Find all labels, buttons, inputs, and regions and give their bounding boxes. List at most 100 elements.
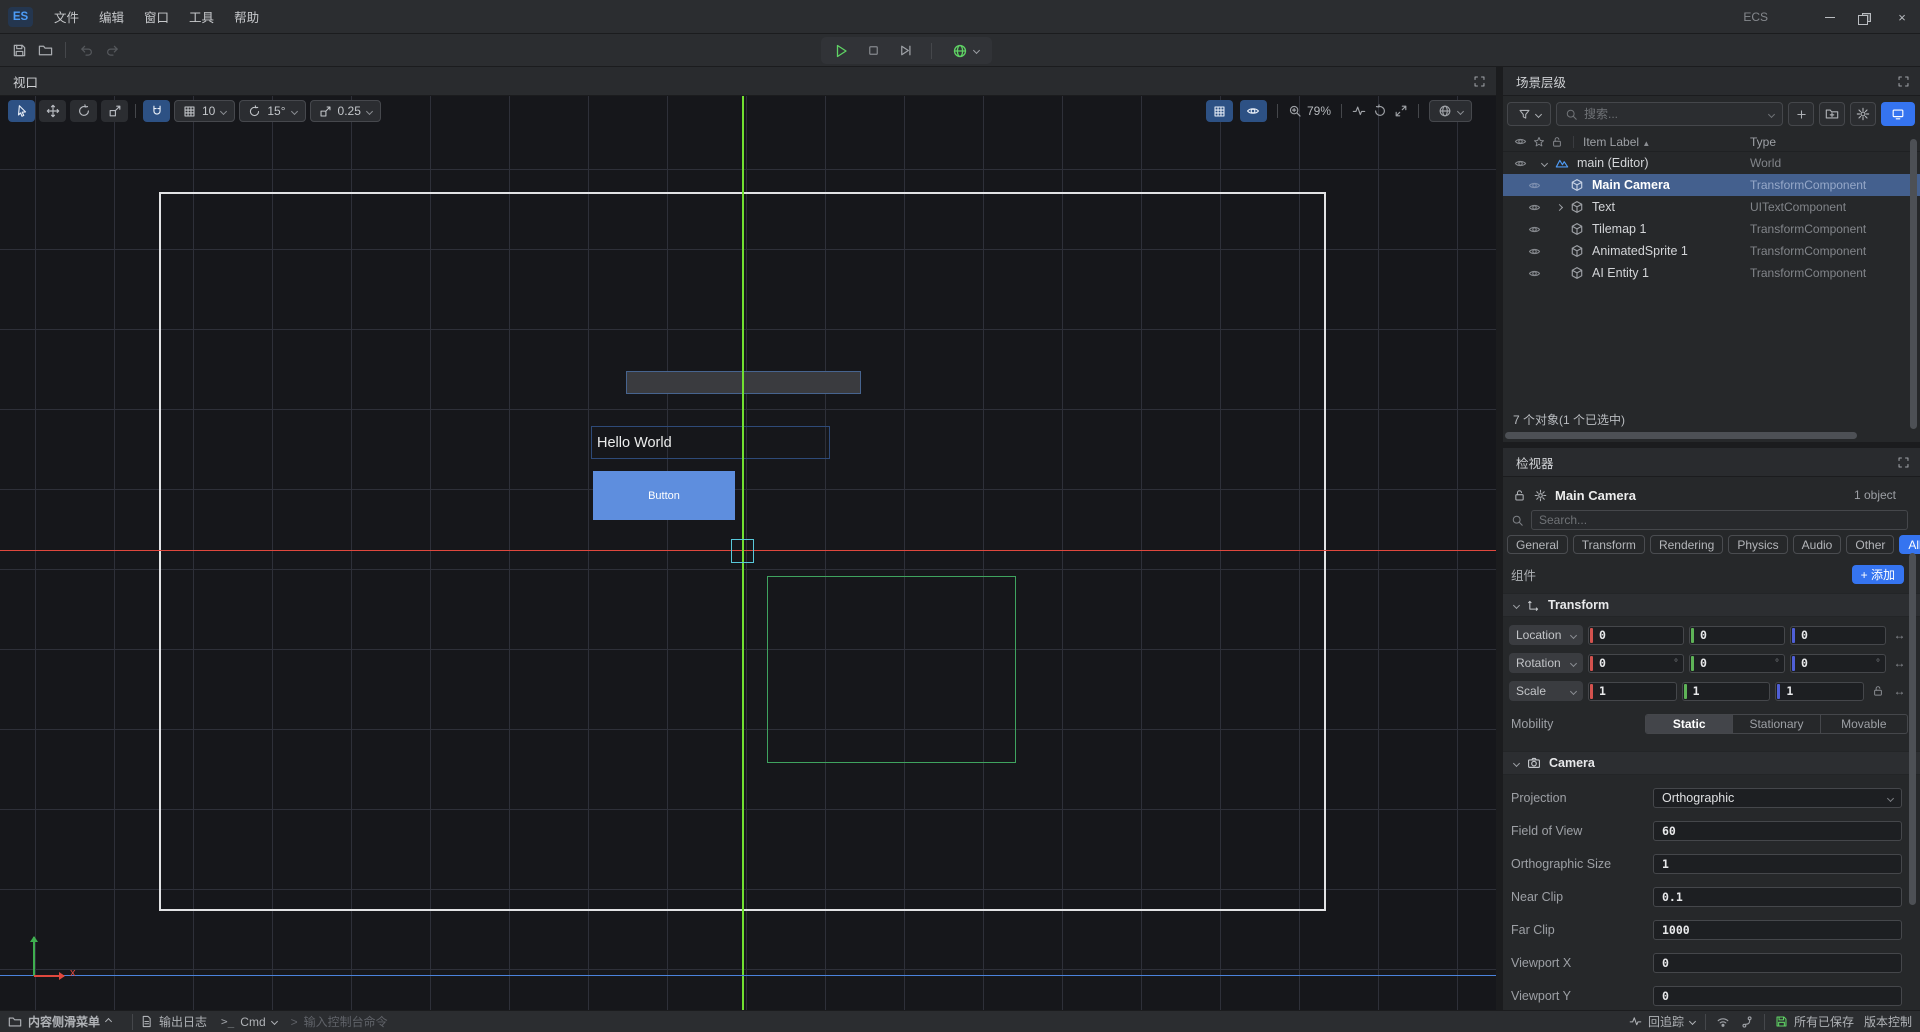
orthographic-size-field[interactable]: 1 [1653,854,1902,874]
hierarchy-settings-button[interactable] [1850,102,1876,126]
scale-z-field[interactable]: 1 [1775,682,1864,701]
scale-x-field[interactable]: 1 [1588,682,1677,701]
trace-dropdown[interactable]: 回追踪 [1629,1013,1695,1030]
version-control-button[interactable]: 版本控制 [1864,1013,1912,1030]
rotation-z-field[interactable]: 0° [1790,654,1886,673]
snap-toggle-button[interactable] [143,100,170,122]
ui-text-object[interactable]: Hello World [591,426,830,459]
tab-other[interactable]: Other [1846,535,1894,554]
tab-all[interactable]: All [1899,535,1920,554]
tab-general[interactable]: General [1507,535,1568,554]
tab-transform[interactable]: Transform [1573,535,1645,554]
menu-edit[interactable]: 编辑 [89,0,134,33]
branch-icon[interactable] [1740,1015,1754,1029]
world-dropdown[interactable] [1429,100,1472,122]
eye-icon[interactable] [1527,267,1542,280]
open-folder-button[interactable] [32,37,58,63]
tab-audio[interactable]: Audio [1793,535,1842,554]
tab-rendering[interactable]: Rendering [1650,535,1723,554]
mobility-static[interactable]: Static [1646,715,1733,733]
camera-section-header[interactable]: Camera [1503,751,1920,775]
add-folder-button[interactable] [1819,102,1845,126]
menu-window[interactable]: 窗口 [134,0,179,33]
add-entity-button[interactable] [1788,102,1814,126]
menu-help[interactable]: 帮助 [224,0,269,33]
menu-file[interactable]: 文件 [44,0,89,33]
eye-icon[interactable] [1527,223,1542,236]
stop-button[interactable] [860,38,886,64]
runtime-view-button[interactable] [1881,102,1915,126]
menu-tools[interactable]: 工具 [179,0,224,33]
cmd-dropdown[interactable]: >_ Cmd [221,1015,277,1029]
gizmo-visibility-toggle[interactable] [1240,100,1267,122]
viewport-x-field[interactable]: 0 [1653,953,1902,973]
undo-button[interactable] [73,37,99,63]
table-row-tilemap[interactable]: Tilemap 1 TransformComponent [1503,218,1920,240]
save-status[interactable]: 所有已保存 [1775,1013,1854,1030]
lock-icon[interactable] [1869,685,1886,697]
scene-canvas[interactable]: 10 15° 0.25 [0,96,1496,1010]
tab-physics[interactable]: Physics [1728,535,1787,554]
rotation-x-field[interactable]: 0° [1588,654,1684,673]
vertical-scrollbar[interactable] [1909,553,1916,905]
eye-icon[interactable] [1527,201,1542,214]
maximize-button[interactable] [1848,0,1884,34]
mobility-movable[interactable]: Movable [1821,715,1907,733]
near-clip-field[interactable]: 0.1 [1653,887,1902,907]
eye-icon[interactable] [1513,157,1528,170]
scale-tool-button[interactable] [101,100,128,122]
far-clip-field[interactable]: 1000 [1653,920,1902,940]
eye-icon[interactable] [1527,245,1542,258]
rotation-dropdown[interactable]: Rotation [1509,653,1583,673]
expand-panel-icon[interactable] [1897,75,1910,88]
move-tool-button[interactable] [39,100,66,122]
horizontal-scrollbar[interactable] [1505,432,1857,439]
expand-panel-icon[interactable] [1473,75,1486,88]
stats-button[interactable] [1352,104,1366,118]
grid-visibility-toggle[interactable] [1206,100,1233,122]
close-button[interactable]: × [1884,0,1920,34]
table-row-main-camera[interactable]: Main Camera TransformComponent [1503,174,1920,196]
rotation-y-field[interactable]: 0° [1689,654,1785,673]
location-z-field[interactable]: 0 [1790,626,1886,645]
minimize-button[interactable] [1812,0,1848,34]
rotate-tool-button[interactable] [70,100,97,122]
selected-camera-gizmo[interactable] [731,539,754,563]
inspector-search-input[interactable] [1539,513,1900,527]
table-row-text[interactable]: Text UITextComponent [1503,196,1920,218]
location-x-field[interactable]: 0 [1588,626,1684,645]
field-of-view-field[interactable]: 60 [1653,821,1902,841]
column-item-label[interactable]: Item Label ▲ [1583,135,1650,149]
location-y-field[interactable]: 0 [1689,626,1785,645]
projection-select[interactable]: Orthographic [1653,788,1902,808]
column-type[interactable]: Type [1750,135,1776,149]
mobility-stationary[interactable]: Stationary [1733,715,1820,733]
rotate-snap-dropdown[interactable]: 15° [239,100,305,122]
link-icon[interactable]: ↔ [1891,656,1908,670]
expand-chevron[interactable] [1552,205,1567,210]
eye-icon[interactable] [1513,135,1528,148]
play-button[interactable] [828,38,854,64]
gear-icon[interactable] [1534,489,1547,502]
table-row-animatedsprite[interactable]: AnimatedSprite 1 TransformComponent [1503,240,1920,262]
eye-icon[interactable] [1527,179,1542,192]
reset-view-button[interactable] [1373,104,1387,118]
scale-dropdown[interactable]: Scale [1509,681,1583,701]
output-log-button[interactable]: 输出日志 [140,1013,207,1030]
save-button[interactable] [6,37,32,63]
star-icon[interactable] [1531,136,1546,148]
table-row-ai-entity[interactable]: AI Entity 1 TransformComponent [1503,262,1920,284]
location-dropdown[interactable]: Location [1509,625,1583,645]
add-component-button[interactable]: + 添加 [1852,565,1904,584]
select-tool-button[interactable] [8,100,35,122]
tilemap-bounds-rect[interactable] [767,576,1016,763]
grid-snap-dropdown[interactable]: 10 [174,100,235,122]
fullscreen-button[interactable] [1394,104,1408,118]
link-icon[interactable]: ↔ [1891,684,1908,698]
lock-icon[interactable] [1549,136,1564,148]
table-row-main[interactable]: main (Editor) World [1503,152,1920,174]
step-button[interactable] [892,38,918,64]
app-logo[interactable]: ES [8,7,33,27]
network-status-icon[interactable] [1716,1015,1730,1029]
vertical-scrollbar[interactable] [1910,139,1917,429]
